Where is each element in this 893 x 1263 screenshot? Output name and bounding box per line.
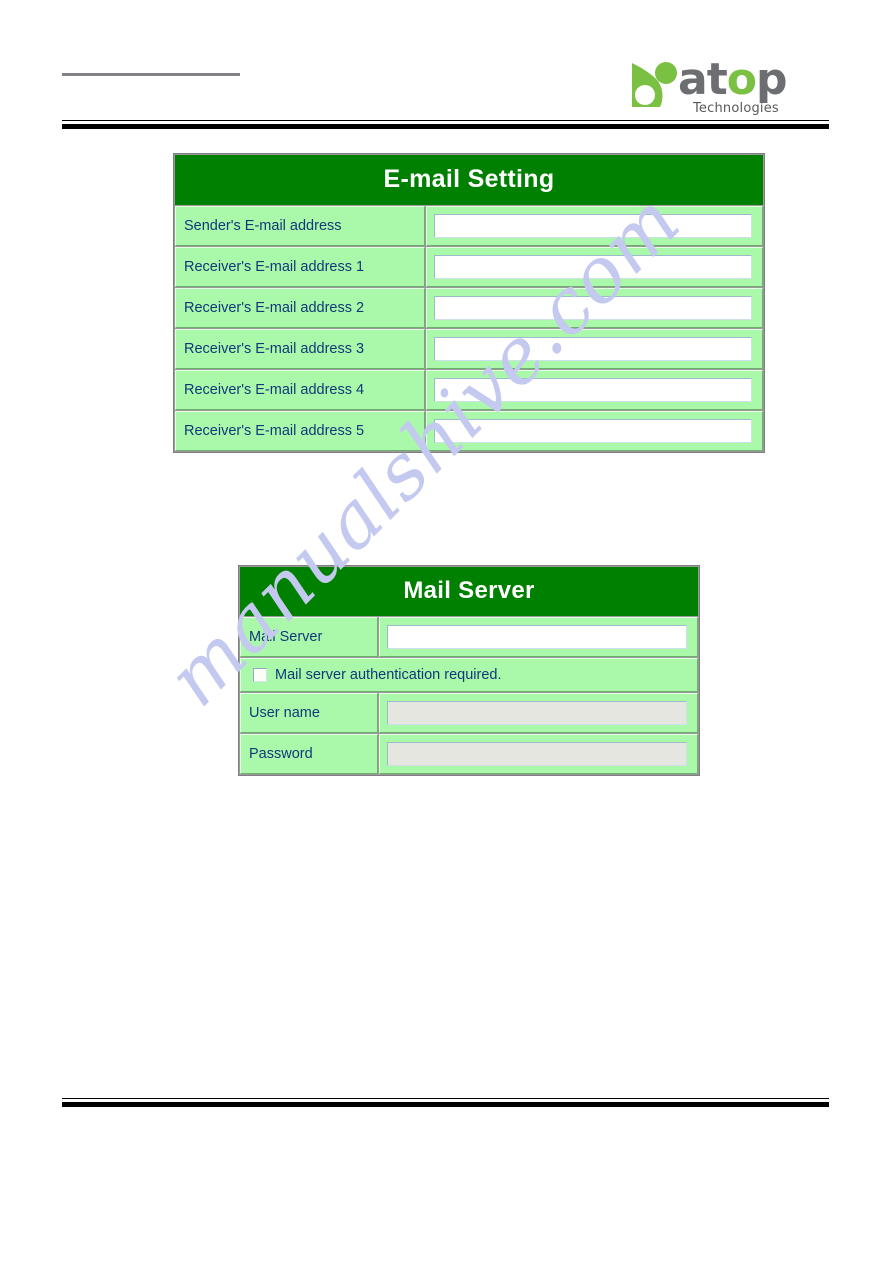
atop-tagline: Technologies — [693, 101, 779, 116]
header-thick-rule — [62, 124, 829, 129]
username-label: User name — [240, 693, 378, 733]
mail-server-table: Mail Server Mail Server Mail server auth… — [238, 565, 700, 776]
mail-auth-label: Mail server authentication required. — [275, 667, 502, 683]
footer-thick-rule — [62, 1102, 829, 1107]
receiver-email-4-cell — [426, 370, 763, 410]
mail-server-cell — [379, 617, 698, 657]
email-setting-title: E-mail Setting — [175, 155, 763, 205]
table-row: Receiver's E-mail address 3 — [175, 329, 763, 369]
table-row: Receiver's E-mail address 5 — [175, 411, 763, 451]
wordmark-pre: at — [678, 54, 728, 105]
mail-auth-checkbox[interactable] — [253, 668, 267, 682]
sender-email-label: Sender's E-mail address — [175, 206, 425, 246]
wordmark-accent: o — [726, 54, 757, 105]
receiver-email-1-label: Receiver's E-mail address 1 — [175, 247, 425, 287]
table-header-row: E-mail Setting — [175, 155, 763, 205]
atop-leaf-mark-icon — [632, 62, 677, 107]
receiver-email-1-input[interactable] — [434, 255, 752, 279]
sender-email-input[interactable] — [434, 214, 752, 238]
header-thin-rule — [62, 120, 829, 121]
username-input[interactable] — [387, 701, 687, 725]
receiver-email-4-input[interactable] — [434, 378, 752, 402]
table-header-row: Mail Server — [240, 567, 698, 616]
table-row: Receiver's E-mail address 2 — [175, 288, 763, 328]
password-label: Password — [240, 734, 378, 774]
username-cell — [379, 693, 698, 733]
sender-email-cell — [426, 206, 763, 246]
receiver-email-3-cell — [426, 329, 763, 369]
receiver-email-2-cell — [426, 288, 763, 328]
receiver-email-2-label: Receiver's E-mail address 2 — [175, 288, 425, 328]
receiver-email-4-label: Receiver's E-mail address 4 — [175, 370, 425, 410]
receiver-email-5-cell — [426, 411, 763, 451]
mail-server-input[interactable] — [387, 625, 687, 649]
mail-auth-cell: Mail server authentication required. — [240, 658, 698, 692]
header-short-rule — [62, 73, 240, 76]
table-row: Receiver's E-mail address 4 — [175, 370, 763, 410]
email-setting-table: E-mail Setting Sender's E-mail address R… — [173, 153, 765, 453]
atop-wordmark: atop — [678, 54, 787, 105]
mail-server-label: Mail Server — [240, 617, 378, 657]
atop-logo: atop Technologies — [630, 57, 788, 119]
receiver-email-2-input[interactable] — [434, 296, 752, 320]
table-row: Password — [240, 734, 698, 774]
footer-thin-rule — [62, 1098, 829, 1099]
table-row: Receiver's E-mail address 1 — [175, 247, 763, 287]
password-cell — [379, 734, 698, 774]
page-header: atop Technologies — [0, 0, 893, 140]
table-row: Mail server authentication required. — [240, 658, 698, 692]
password-input[interactable] — [387, 742, 687, 766]
receiver-email-5-input[interactable] — [434, 419, 752, 443]
table-row: User name — [240, 693, 698, 733]
wordmark-post: p — [755, 54, 787, 105]
receiver-email-3-input[interactable] — [434, 337, 752, 361]
table-row: Mail Server — [240, 617, 698, 657]
receiver-email-5-label: Receiver's E-mail address 5 — [175, 411, 425, 451]
receiver-email-3-label: Receiver's E-mail address 3 — [175, 329, 425, 369]
receiver-email-1-cell — [426, 247, 763, 287]
mail-server-title: Mail Server — [240, 567, 698, 616]
table-row: Sender's E-mail address — [175, 206, 763, 246]
